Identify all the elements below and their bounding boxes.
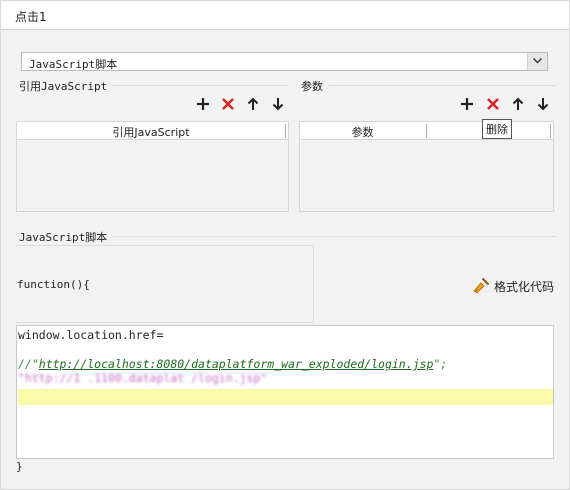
column-header-referenced-js[interactable]: 引用JavaScript	[17, 124, 285, 140]
code-line-1: window.location.href=	[18, 328, 164, 342]
broom-icon	[472, 277, 490, 298]
delete-icon[interactable]	[221, 97, 237, 113]
parameters-table[interactable]: 参数	[299, 121, 554, 212]
script-section-title: JavaScript脚本	[19, 229, 114, 245]
arrow-down-icon[interactable]	[537, 97, 553, 113]
script-type-select[interactable]: JavaScript脚本	[21, 52, 548, 71]
column-divider	[550, 124, 551, 138]
dialog-title-bar: 点击1	[0, 0, 570, 30]
table-header: 参数	[300, 122, 553, 140]
format-code-label: 格式化代码	[494, 280, 555, 294]
current-line-highlight	[18, 389, 553, 405]
code-line: window.location.href=	[18, 328, 163, 342]
comment-prefix: //"	[18, 357, 39, 371]
function-header-line: function(){	[17, 278, 90, 291]
arrow-up-icon[interactable]	[512, 97, 528, 113]
comment-suffix: ";	[433, 357, 448, 371]
chevron-down-icon[interactable]	[527, 53, 547, 70]
column-divider	[285, 124, 286, 138]
delete-tooltip: 删除	[482, 119, 512, 139]
right-panel-title: 参数	[301, 78, 329, 94]
delete-icon[interactable]	[486, 97, 502, 113]
add-icon[interactable]	[460, 97, 476, 113]
arrow-down-icon[interactable]	[272, 97, 288, 113]
column-header-parameter[interactable]: 参数	[300, 124, 425, 140]
left-panel-title: 引用JavaScript	[19, 78, 114, 94]
referenced-js-table[interactable]: 引用JavaScript	[16, 121, 289, 212]
column-divider	[426, 124, 427, 138]
function-closing-brace: }	[16, 460, 23, 473]
comment-url[interactable]: http://localhost:8080/dataplatform_war_e…	[39, 357, 434, 371]
script-type-value: JavaScript脚本	[29, 58, 118, 71]
code-line: //"http://localhost:8080/dataplatform_wa…	[18, 357, 447, 371]
obscured-code-line: "http://1 .1100.dataplat /login.jsp"	[18, 371, 268, 385]
right-section-divider	[300, 85, 556, 86]
dialog-title: 点击1	[15, 10, 47, 24]
add-icon[interactable]	[196, 97, 212, 113]
code-editor[interactable]: window.location.href= //"http://localhos…	[16, 325, 554, 459]
arrow-up-icon[interactable]	[247, 97, 263, 113]
table-header: 引用JavaScript	[17, 122, 288, 140]
